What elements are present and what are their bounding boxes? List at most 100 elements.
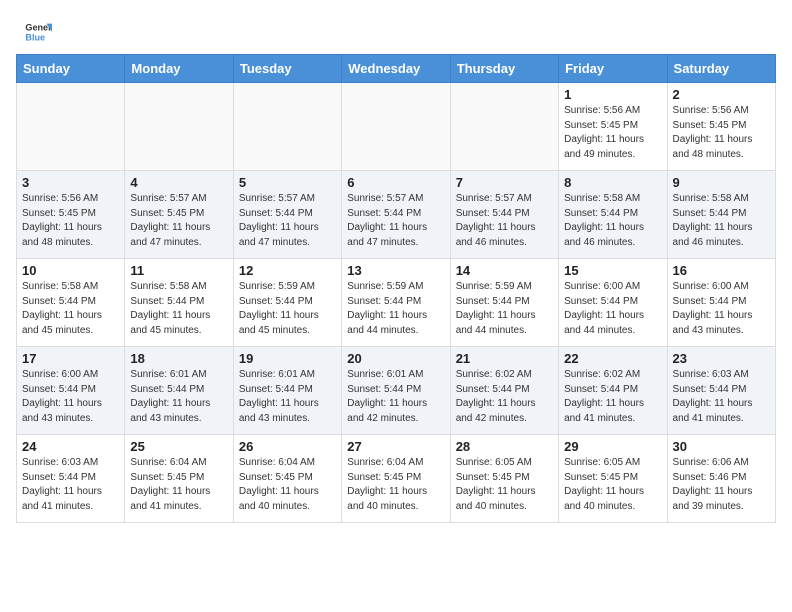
day-info: Sunrise: 6:04 AM Sunset: 5:45 PM Dayligh… [130,456,227,514]
logo-icon: General Blue [24,18,52,46]
day-info: Sunrise: 6:02 AM Sunset: 5:44 PM Dayligh… [564,368,661,426]
day-info: Sunrise: 5:59 AM Sunset: 5:44 PM Dayligh… [347,280,444,338]
calendar-cell [342,83,450,171]
day-number: 30 [673,439,770,454]
day-info: Sunrise: 5:57 AM Sunset: 5:44 PM Dayligh… [456,192,553,250]
calendar-cell: 14 Sunrise: 5:59 AM Sunset: 5:44 PM Dayli… [450,259,558,347]
day-number: 6 [347,175,444,190]
day-info: Sunrise: 5:59 AM Sunset: 5:44 PM Dayligh… [239,280,336,338]
day-number: 15 [564,263,661,278]
day-info: Sunrise: 6:05 AM Sunset: 5:45 PM Dayligh… [456,456,553,514]
day-info: Sunrise: 6:04 AM Sunset: 5:45 PM Dayligh… [239,456,336,514]
calendar-week-row: 1 Sunrise: 5:56 AM Sunset: 5:45 PM Daylig… [17,83,776,171]
day-info: Sunrise: 6:00 AM Sunset: 5:44 PM Dayligh… [564,280,661,338]
calendar-cell [17,83,125,171]
calendar-cell: 6 Sunrise: 5:57 AM Sunset: 5:44 PM Daylig… [342,171,450,259]
day-number: 29 [564,439,661,454]
day-info: Sunrise: 6:00 AM Sunset: 5:44 PM Dayligh… [22,368,119,426]
calendar-week-row: 24 Sunrise: 6:03 AM Sunset: 5:44 PM Dayli… [17,435,776,523]
day-number: 11 [130,263,227,278]
svg-text:Blue: Blue [25,32,45,42]
calendar-cell: 13 Sunrise: 5:59 AM Sunset: 5:44 PM Dayli… [342,259,450,347]
day-number: 25 [130,439,227,454]
day-info: Sunrise: 5:56 AM Sunset: 5:45 PM Dayligh… [564,104,661,162]
day-number: 17 [22,351,119,366]
calendar-cell: 12Sunrise: 5:59 AM Sunset: 5:44 PM Dayli… [233,259,341,347]
calendar-cell: 1 Sunrise: 5:56 AM Sunset: 5:45 PM Daylig… [559,83,667,171]
weekday-header-friday: Friday [559,55,667,83]
weekday-header-sunday: Sunday [17,55,125,83]
day-number: 21 [456,351,553,366]
day-info: Sunrise: 5:57 AM Sunset: 5:44 PM Dayligh… [239,192,336,250]
calendar-week-row: 3Sunrise: 5:56 AM Sunset: 5:45 PM Daylig… [17,171,776,259]
calendar-cell: 22Sunrise: 6:02 AM Sunset: 5:44 PM Dayli… [559,347,667,435]
header: General Blue [0,0,792,54]
calendar-cell: 15 Sunrise: 6:00 AM Sunset: 5:44 PM Dayli… [559,259,667,347]
calendar-week-row: 10Sunrise: 5:58 AM Sunset: 5:44 PM Dayli… [17,259,776,347]
day-number: 27 [347,439,444,454]
day-number: 5 [239,175,336,190]
day-number: 13 [347,263,444,278]
calendar-cell: 10Sunrise: 5:58 AM Sunset: 5:44 PM Dayli… [17,259,125,347]
calendar-cell: 7 Sunrise: 5:57 AM Sunset: 5:44 PM Daylig… [450,171,558,259]
calendar-cell: 18Sunrise: 6:01 AM Sunset: 5:44 PM Dayli… [125,347,233,435]
calendar-cell: 2Sunrise: 5:56 AM Sunset: 5:45 PM Daylig… [667,83,775,171]
day-info: Sunrise: 5:58 AM Sunset: 5:44 PM Dayligh… [130,280,227,338]
day-number: 19 [239,351,336,366]
calendar-cell: 27 Sunrise: 6:04 AM Sunset: 5:45 PM Dayli… [342,435,450,523]
day-info: Sunrise: 6:03 AM Sunset: 5:44 PM Dayligh… [673,368,770,426]
weekday-header-tuesday: Tuesday [233,55,341,83]
calendar-cell: 4 Sunrise: 5:57 AM Sunset: 5:45 PM Daylig… [125,171,233,259]
day-info: Sunrise: 6:00 AM Sunset: 5:44 PM Dayligh… [673,280,770,338]
day-number: 8 [564,175,661,190]
weekday-header-row: SundayMondayTuesdayWednesdayThursdayFrid… [17,55,776,83]
calendar-cell: 21 Sunrise: 6:02 AM Sunset: 5:44 PM Dayli… [450,347,558,435]
day-number: 28 [456,439,553,454]
day-info: Sunrise: 6:04 AM Sunset: 5:45 PM Dayligh… [347,456,444,514]
day-number: 20 [347,351,444,366]
day-info: Sunrise: 5:58 AM Sunset: 5:44 PM Dayligh… [22,280,119,338]
day-number: 7 [456,175,553,190]
calendar-cell: 8 Sunrise: 5:58 AM Sunset: 5:44 PM Daylig… [559,171,667,259]
calendar-cell: 24 Sunrise: 6:03 AM Sunset: 5:44 PM Dayli… [17,435,125,523]
calendar-cell: 11 Sunrise: 5:58 AM Sunset: 5:44 PM Dayli… [125,259,233,347]
day-number: 23 [673,351,770,366]
day-number: 4 [130,175,227,190]
day-info: Sunrise: 6:05 AM Sunset: 5:45 PM Dayligh… [564,456,661,514]
weekday-header-thursday: Thursday [450,55,558,83]
calendar-cell: 25 Sunrise: 6:04 AM Sunset: 5:45 PM Dayli… [125,435,233,523]
day-number: 16 [673,263,770,278]
weekday-header-monday: Monday [125,55,233,83]
calendar-cell: 23 Sunrise: 6:03 AM Sunset: 5:44 PM Dayli… [667,347,775,435]
logo: General Blue [24,18,52,46]
calendar-week-row: 17 Sunrise: 6:00 AM Sunset: 5:44 PM Dayli… [17,347,776,435]
weekday-header-wednesday: Wednesday [342,55,450,83]
day-number: 24 [22,439,119,454]
day-info: Sunrise: 5:56 AM Sunset: 5:45 PM Dayligh… [22,192,119,250]
calendar-wrapper: SundayMondayTuesdayWednesdayThursdayFrid… [0,54,792,523]
calendar-table: SundayMondayTuesdayWednesdayThursdayFrid… [16,54,776,523]
day-info: Sunrise: 6:03 AM Sunset: 5:44 PM Dayligh… [22,456,119,514]
day-info: Sunrise: 5:56 AM Sunset: 5:45 PM Dayligh… [673,104,770,162]
day-info: Sunrise: 5:58 AM Sunset: 5:44 PM Dayligh… [673,192,770,250]
day-number: 14 [456,263,553,278]
day-info: Sunrise: 5:59 AM Sunset: 5:44 PM Dayligh… [456,280,553,338]
day-number: 9 [673,175,770,190]
calendar-cell [233,83,341,171]
day-info: Sunrise: 5:57 AM Sunset: 5:44 PM Dayligh… [347,192,444,250]
day-info: Sunrise: 5:58 AM Sunset: 5:44 PM Dayligh… [564,192,661,250]
calendar-cell [450,83,558,171]
calendar-cell: 3Sunrise: 5:56 AM Sunset: 5:45 PM Daylig… [17,171,125,259]
calendar-cell: 26 Sunrise: 6:04 AM Sunset: 5:45 PM Dayli… [233,435,341,523]
day-info: Sunrise: 6:01 AM Sunset: 5:44 PM Dayligh… [130,368,227,426]
day-info: Sunrise: 6:02 AM Sunset: 5:44 PM Dayligh… [456,368,553,426]
day-number: 26 [239,439,336,454]
weekday-header-saturday: Saturday [667,55,775,83]
day-number: 1 [564,87,661,102]
calendar-cell: 29 Sunrise: 6:05 AM Sunset: 5:45 PM Dayli… [559,435,667,523]
calendar-cell [125,83,233,171]
calendar-cell: 5 Sunrise: 5:57 AM Sunset: 5:44 PM Daylig… [233,171,341,259]
day-info: Sunrise: 5:57 AM Sunset: 5:45 PM Dayligh… [130,192,227,250]
day-info: Sunrise: 6:01 AM Sunset: 5:44 PM Dayligh… [239,368,336,426]
calendar-cell: 28 Sunrise: 6:05 AM Sunset: 5:45 PM Dayli… [450,435,558,523]
